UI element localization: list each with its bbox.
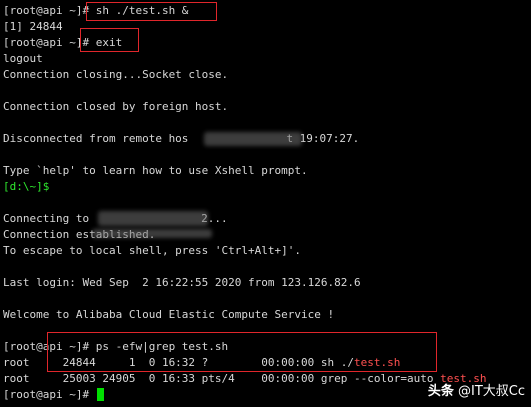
terminal-line: Connection closing...Socket close. [3,68,229,81]
shell-prompt: [root@api ~]# [3,388,90,401]
terminal-line: To escape to local shell, press 'Ctrl+Al… [3,244,302,257]
shell-prompt: [root@api ~]# [3,340,90,353]
terminal-line: logout [3,52,43,65]
terminal-line: Disconnected from remote hos t 19:07:27. [3,132,359,146]
watermark-author: @IT大叔Cc [453,384,525,399]
redacted-host-blur [98,211,208,226]
terminal-line: Welcome to Alibaba Cloud Elastic Compute… [3,308,335,321]
shell-prompt: [root@api ~]# [3,4,90,17]
process-row: root 24844 1 0 16:32 ? 00:00:00 sh ./tes… [3,356,400,370]
command-text [89,388,96,401]
terminal-line: [root@api ~]# sh ./test.sh & [3,4,188,18]
terminal-cursor [96,388,104,401]
match-highlight: test.sh [354,356,401,369]
terminal-line: [root@api ~]# ps -efw|grep test.sh [3,340,228,354]
terminal-text: Disconnected from remote hos [3,132,189,145]
watermark-prefix: 头条 [427,384,454,399]
watermark: 头条 @IT大叔Cc [428,380,525,399]
process-text: root 24844 1 0 16:32 ? 00:00:00 sh ./ [3,356,354,369]
terminal-line: Last login: Wed Sep 2 16:22:55 2020 from… [3,276,361,289]
process-row: root 25003 24905 0 16:33 pts/4 00:00:00 … [3,372,486,386]
terminal-line: Connection closed by foreign host. [3,100,229,113]
terminal-window[interactable]: [root@api ~]# sh ./test.sh & [1] 24844 [… [0,0,531,407]
process-text: root 25003 24905 0 16:33 pts/4 00:00:00 … [3,372,441,385]
terminal-line: [root@api ~]# exit [3,36,122,50]
command-text: ps -efw|grep test.sh [89,340,229,353]
terminal-line: [root@api ~]# [3,388,104,402]
shell-prompt: [root@api ~]# [3,36,90,49]
redacted-host-blur [204,132,302,146]
local-shell-prompt: [d:\~]$ [3,180,50,193]
command-text: sh ./test.sh & [89,4,189,17]
terminal-text: Connecting to [3,212,90,225]
redacted-host-blur [92,229,212,238]
command-text: exit [89,36,123,49]
terminal-line: [1] 24844 [3,20,63,33]
terminal-line: Type `help' to learn how to use Xshell p… [3,164,308,177]
